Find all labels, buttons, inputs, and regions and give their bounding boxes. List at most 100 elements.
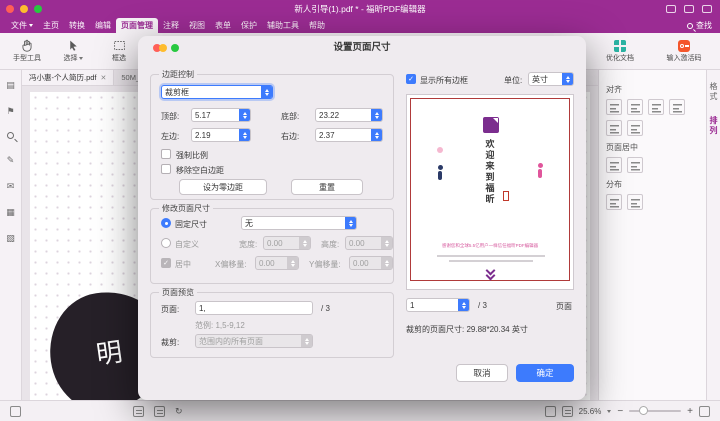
distribute-vertical-icon[interactable] xyxy=(627,194,643,210)
show-all-borders-checkbox[interactable]: ✓ xyxy=(406,74,416,84)
rotate-view-icon[interactable]: ↻ xyxy=(175,406,183,416)
window-title: 新人引导(1).pdf * - 福昕PDF编辑器 xyxy=(0,3,720,15)
unit-select[interactable]: 英寸 xyxy=(528,72,574,86)
paragraph-line xyxy=(449,260,533,262)
enter-activation-code-button[interactable]: 输入激活码 xyxy=(652,34,716,68)
zoom-out-button[interactable]: − xyxy=(617,406,623,417)
left-margin-label: 左边: xyxy=(161,131,179,142)
center-vertical-icon[interactable] xyxy=(627,157,643,173)
dialog-title: 设置页面尺寸 xyxy=(138,36,586,60)
remove-white-margin-checkbox[interactable] xyxy=(161,164,171,174)
top-margin-field[interactable]: 5.17 xyxy=(191,108,251,122)
search-icon[interactable] xyxy=(7,132,14,139)
center-section-title: 页面居中 xyxy=(606,142,699,153)
optimize-icon xyxy=(614,40,626,52)
bookmark-icon[interactable]: ⚑ xyxy=(6,106,14,116)
attachment-icon[interactable]: ✉ xyxy=(7,181,15,191)
right-margin-label: 右边: xyxy=(281,131,299,142)
custom-size-radio[interactable] xyxy=(161,238,171,248)
left-margin-field[interactable]: 2.19 xyxy=(191,128,251,142)
align-right-icon[interactable] xyxy=(648,99,664,115)
dropdown-caret-icon xyxy=(345,217,356,229)
preview-page-stepper[interactable]: 1 xyxy=(406,298,470,312)
zoom-slider-knob[interactable] xyxy=(639,406,648,415)
zoom-level[interactable]: 25.6% xyxy=(579,407,602,416)
doc-tab-resume[interactable]: 冯小惠-个人简历.pdf ✕ xyxy=(22,70,114,85)
marquee-tool-button[interactable]: 框选 xyxy=(96,34,142,68)
tab-format[interactable]: 格式 xyxy=(708,82,719,102)
hand-tool-button[interactable]: 手型工具 xyxy=(4,34,50,68)
fixed-size-select[interactable]: 无 xyxy=(241,216,357,230)
tab-home[interactable]: 主页 xyxy=(38,18,64,33)
reset-button[interactable]: 重置 xyxy=(291,179,363,195)
annotate-icon[interactable]: ✎ xyxy=(7,155,15,165)
tab-page-management[interactable]: 页面管理 xyxy=(116,18,158,33)
unit-label: 单位: xyxy=(504,75,522,86)
tab-convert[interactable]: 转换 xyxy=(64,18,90,33)
tab-help[interactable]: 帮助 xyxy=(304,18,330,33)
tab-protect[interactable]: 保护 xyxy=(236,18,262,33)
tab-comment[interactable]: 注释 xyxy=(158,18,184,33)
cropped-size-text: 裁剪的页面尺寸: 29.88*20.34 英寸 xyxy=(406,324,528,335)
fixed-size-radio[interactable] xyxy=(161,218,171,228)
pages-input[interactable]: 1, xyxy=(195,301,313,315)
align-left-icon[interactable] xyxy=(606,99,622,115)
top-margin-label: 顶部: xyxy=(161,111,179,122)
stepper-icon xyxy=(287,257,298,269)
optimize-document-button[interactable]: 优化文档 xyxy=(588,34,652,68)
tab-arrange[interactable]: 排列 xyxy=(708,116,719,136)
zero-margin-button[interactable]: 设为零边距 xyxy=(179,179,267,195)
zoom-slider[interactable] xyxy=(629,410,681,412)
person-illustration xyxy=(537,163,543,179)
fullscreen-icon[interactable] xyxy=(699,406,710,417)
close-icon[interactable]: ✕ xyxy=(101,74,107,82)
center-label: 居中 xyxy=(175,259,191,270)
thumbnails-icon[interactable]: ▤ xyxy=(6,80,15,90)
preview-group-title: 页面预览 xyxy=(159,287,197,298)
tab-file[interactable]: 文件 xyxy=(6,18,38,33)
select-tool-button[interactable]: 选择 xyxy=(50,34,96,68)
center-horizontal-icon[interactable] xyxy=(606,157,622,173)
stepper-icon[interactable] xyxy=(371,129,382,141)
tab-view[interactable]: 视图 xyxy=(184,18,210,33)
stepper-icon[interactable] xyxy=(371,109,382,121)
person-illustration xyxy=(437,165,443,181)
distribute-section-title: 分布 xyxy=(606,179,699,190)
foxit-logo-icon xyxy=(483,117,499,133)
fit-width-icon[interactable] xyxy=(545,406,556,417)
tab-form[interactable]: 表单 xyxy=(210,18,236,33)
margin-group-title: 边距控制 xyxy=(159,69,197,80)
ribbon-search-button[interactable]: 查找 xyxy=(687,20,720,33)
margin-box-type-select[interactable]: 裁剪框 xyxy=(161,85,273,99)
stepper-icon[interactable] xyxy=(458,299,469,311)
layers-icon[interactable]: ▦ xyxy=(6,207,15,217)
y-offset-field: 0.00 xyxy=(349,256,393,270)
panel-toggle-icon[interactable] xyxy=(10,406,21,417)
dropdown-caret-icon xyxy=(261,86,272,98)
align-bottom-icon[interactable] xyxy=(627,120,643,136)
resize-page-group: 修改页面尺寸 固定尺寸 无 自定义 宽度: 0.00 高度: 0.00 ✓ 居中… xyxy=(150,208,394,284)
cancel-button[interactable]: 取消 xyxy=(456,364,508,382)
zoom-in-button[interactable]: + xyxy=(687,406,693,417)
bottom-margin-field[interactable]: 23.22 xyxy=(315,108,383,122)
single-page-icon[interactable] xyxy=(133,406,144,417)
distribute-horizontal-icon[interactable] xyxy=(606,194,622,210)
welcome-vertical-title: 欢迎来到福昕 xyxy=(407,139,573,215)
marquee-icon xyxy=(113,39,126,52)
tab-accessibility[interactable]: 辅助工具 xyxy=(262,18,304,33)
align-hcenter-icon[interactable] xyxy=(627,99,643,115)
ok-button[interactable]: 确定 xyxy=(516,364,574,382)
align-section-title: 对齐 xyxy=(606,84,699,95)
fixed-size-label: 固定尺寸 xyxy=(175,219,207,230)
right-margin-field[interactable]: 2.37 xyxy=(315,128,383,142)
constrain-ratio-checkbox[interactable] xyxy=(161,149,171,159)
align-top-icon[interactable] xyxy=(669,99,685,115)
tab-edit[interactable]: 编辑 xyxy=(90,18,116,33)
stamp-icon[interactable]: ▧ xyxy=(6,233,15,243)
align-vcenter-icon[interactable] xyxy=(606,120,622,136)
fit-page-icon[interactable] xyxy=(562,406,573,417)
stepper-icon[interactable] xyxy=(239,109,250,121)
stepper-icon[interactable] xyxy=(239,129,250,141)
width-field: 0.00 xyxy=(263,236,311,250)
continuous-page-icon[interactable] xyxy=(154,406,165,417)
